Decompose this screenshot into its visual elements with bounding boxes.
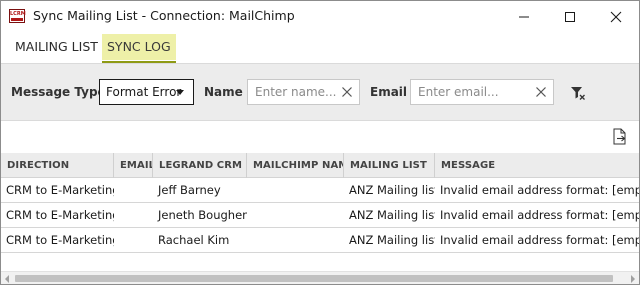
tab-mailing-list[interactable]: MAILING LIST [10, 34, 103, 60]
cell-mailchimp-name [247, 228, 344, 253]
column-header-message[interactable]: MESSAGE [435, 153, 639, 178]
message-type-value: Format Error [106, 85, 182, 99]
sync-log-grid: DIRECTION EMAIL LEGRAND CRM NA MAILCHIMP… [1, 153, 639, 271]
app-logo-icon: LCRM [9, 9, 26, 23]
clear-name-icon[interactable] [341, 86, 353, 98]
column-header-mailchimp-name[interactable]: MAILCHIMP NAME [247, 153, 344, 178]
cell-mailing-list: ANZ Mailing list [349, 233, 435, 247]
cell-mailchimp-name [247, 203, 344, 228]
clear-email-icon[interactable] [535, 86, 547, 98]
export-icon[interactable] [613, 128, 627, 145]
maximize-button[interactable] [547, 1, 593, 32]
scroll-right-icon[interactable] [631, 275, 635, 283]
horizontal-scrollbar[interactable] [1, 271, 639, 284]
cell-direction: CRM to E-Marketing [6, 183, 114, 197]
email-label: Email [370, 85, 408, 99]
maximize-icon [565, 12, 575, 22]
tab-sync-log[interactable]: SYNC LOG [102, 34, 176, 63]
close-button[interactable] [593, 1, 639, 32]
cell-email [114, 228, 153, 253]
tab-bar: MAILING LIST SYNC LOG [1, 32, 639, 63]
table-row[interactable]: CRM to E-Marketing Rachael Kim ANZ Maili… [1, 228, 639, 253]
message-type-label: Message Type [11, 85, 106, 99]
name-field [247, 79, 360, 105]
cell-mailing-list: ANZ Mailing list [349, 183, 435, 197]
cell-message: Invalid email address format: [empty] [440, 208, 639, 222]
cell-email [114, 178, 153, 203]
column-header-direction[interactable]: DIRECTION [1, 153, 114, 178]
cell-mailchimp-name [247, 178, 344, 203]
scroll-left-icon[interactable] [5, 275, 9, 283]
column-header-crm-name[interactable]: LEGRAND CRM NA [153, 153, 247, 178]
email-field [410, 79, 554, 105]
grid-toolbar [1, 121, 639, 153]
filter-bar: Message Type Format Error Name Email [1, 63, 639, 121]
cell-message: Invalid email address format: [empty] [440, 183, 639, 197]
scrollbar-thumb[interactable] [15, 275, 613, 282]
caret-down-icon [176, 90, 184, 95]
filter-clear-icon[interactable] [570, 85, 586, 101]
cell-crm-name: Jeff Barney [158, 183, 221, 197]
minimize-button[interactable] [501, 1, 547, 32]
grid-header: DIRECTION EMAIL LEGRAND CRM NA MAILCHIMP… [1, 153, 639, 178]
column-header-email[interactable]: EMAIL [114, 153, 153, 178]
title-bar[interactable]: LCRM Sync Mailing List - Connection: Mai… [1, 1, 639, 32]
table-row[interactable]: CRM to E-Marketing Jeff Barney ANZ Maili… [1, 178, 639, 203]
cell-mailing-list: ANZ Mailing list [349, 208, 435, 222]
cell-direction: CRM to E-Marketing [6, 208, 114, 222]
cell-email [114, 203, 153, 228]
cell-direction: CRM to E-Marketing [6, 233, 114, 247]
sync-mailing-list-window: LCRM Sync Mailing List - Connection: Mai… [0, 0, 640, 285]
email-input[interactable] [411, 80, 553, 104]
cell-crm-name: Rachael Kim [158, 233, 230, 247]
cell-crm-name: Jeneth Boughen [158, 208, 247, 222]
minimize-icon [519, 16, 529, 18]
window-title: Sync Mailing List - Connection: MailChim… [33, 8, 295, 23]
message-type-select[interactable]: Format Error [99, 79, 194, 105]
column-header-mailing-list[interactable]: MAILING LIST [344, 153, 435, 178]
table-row[interactable]: CRM to E-Marketing Jeneth Boughen ANZ Ma… [1, 203, 639, 228]
cell-message: Invalid email address format: [empty] [440, 233, 639, 247]
name-label: Name [204, 85, 243, 99]
close-icon [610, 11, 622, 23]
